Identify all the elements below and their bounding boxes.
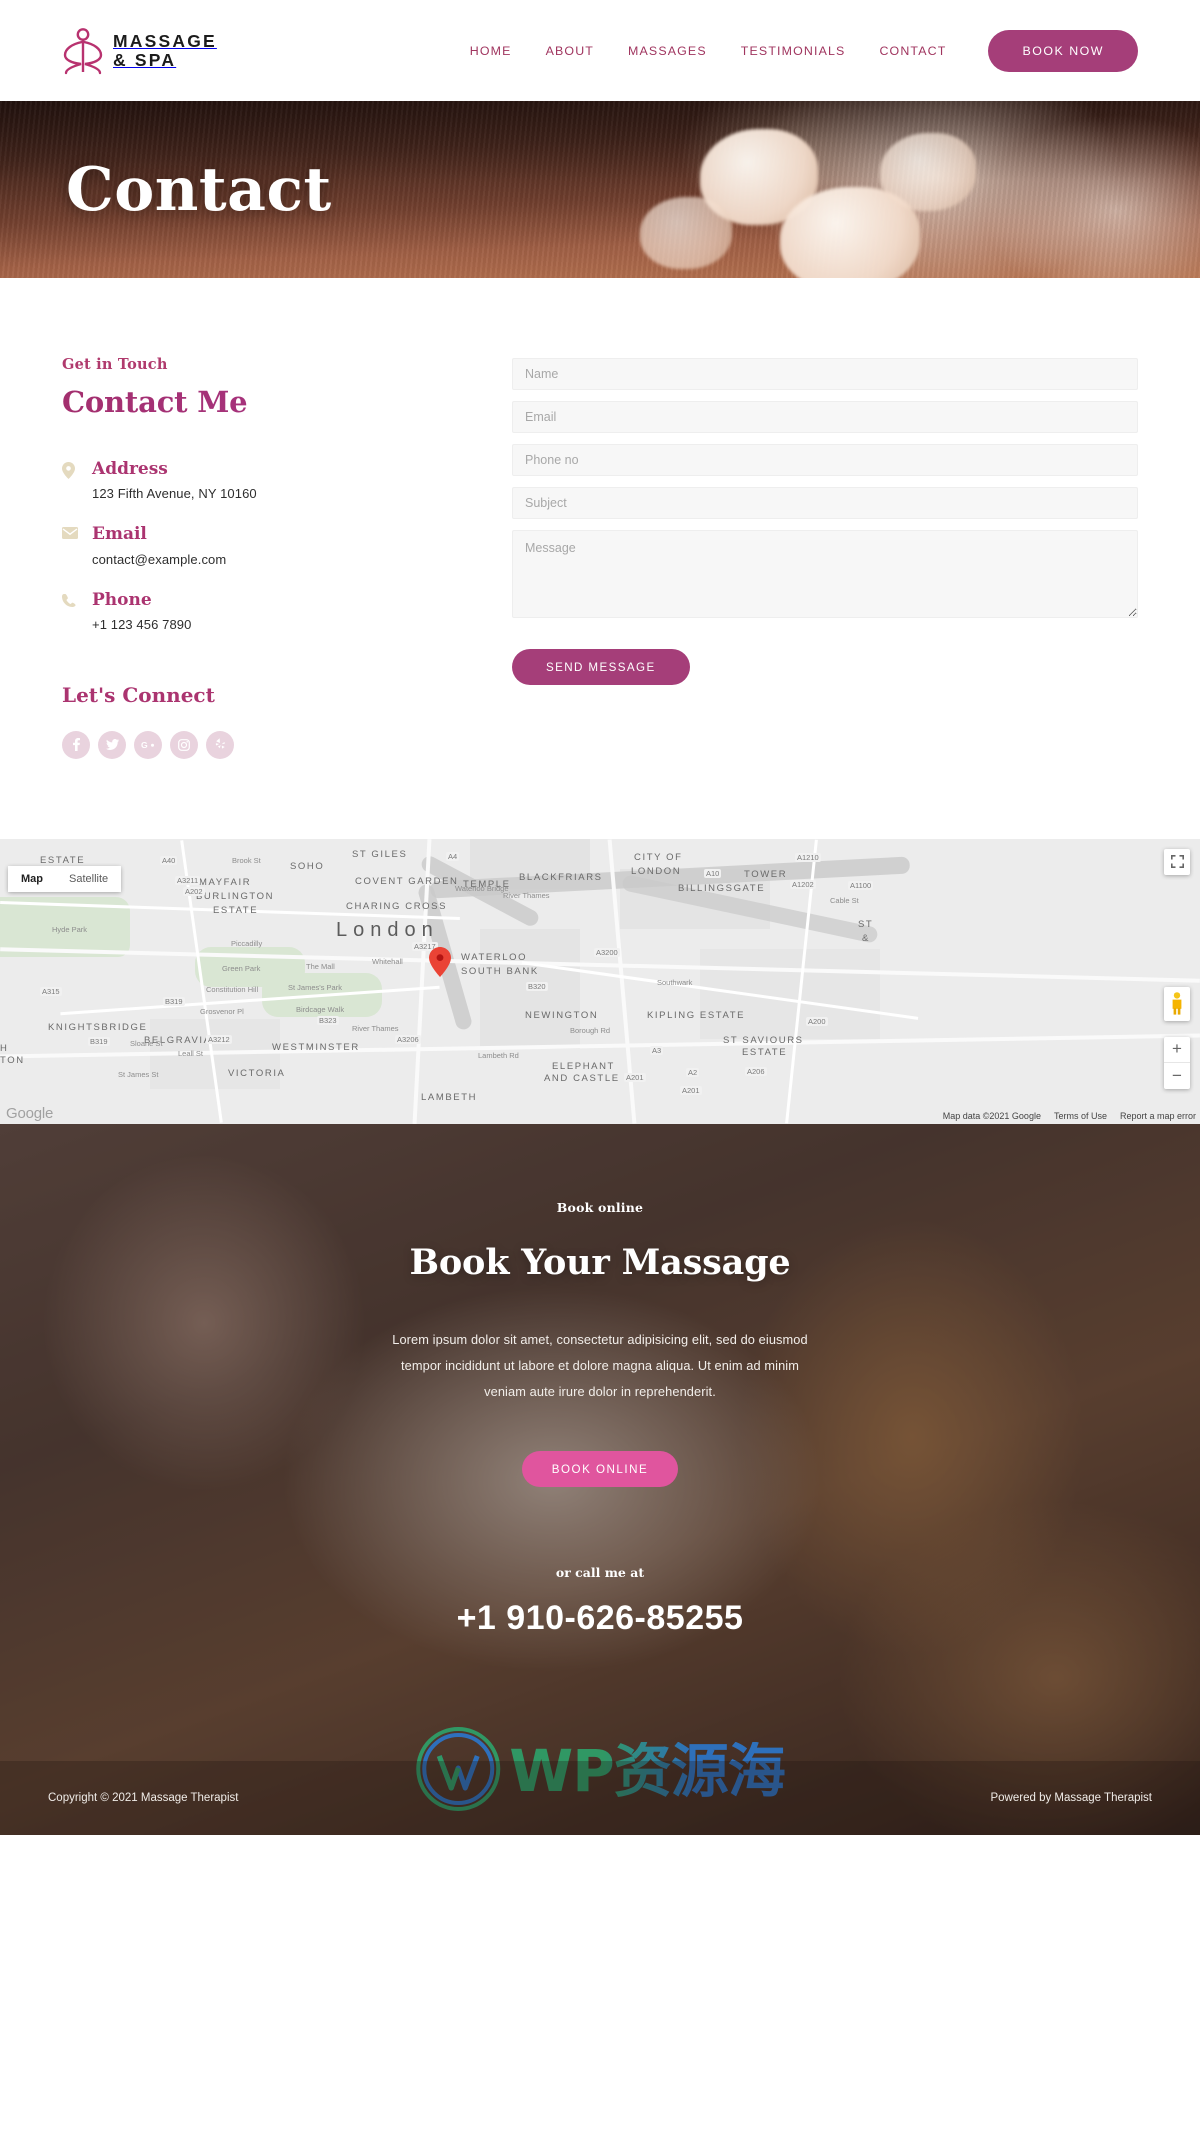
contact-info-body: Email contact@example.com bbox=[92, 524, 226, 566]
site-footer: Copyright © 2021 Massage Therapist Power… bbox=[0, 1760, 1200, 1835]
footer-copyright: Copyright © 2021 Massage Therapist bbox=[48, 1791, 239, 1804]
map-canvas[interactable]: London ESTATE SOHO ST GILES CITY OF LONDON TO… bbox=[0, 838, 1200, 1124]
call-label: or call me at bbox=[555, 1565, 645, 1581]
street-view-pegman-icon[interactable] bbox=[1164, 986, 1190, 1021]
book-now-button[interactable]: BOOK NOW bbox=[988, 29, 1138, 72]
contact-info-phone: Phone +1 123 456 7890 bbox=[62, 590, 462, 632]
map-building-block bbox=[480, 928, 580, 1049]
main-navigation: HOME ABOUT MASSAGES TESTIMONIALS CONTACT… bbox=[453, 29, 1138, 72]
subject-input[interactable] bbox=[512, 487, 1138, 519]
contact-heading: Contact Me bbox=[62, 385, 462, 419]
map-type-satellite-button[interactable]: Satellite bbox=[56, 865, 122, 892]
booking-section: Book online Book Your Massage Lorem ipsu… bbox=[0, 1123, 1200, 1835]
fullscreen-icon[interactable] bbox=[1164, 848, 1190, 875]
email-input[interactable] bbox=[512, 401, 1138, 433]
facebook-icon[interactable] bbox=[62, 730, 90, 759]
contact-value-email: contact@example.com bbox=[92, 551, 227, 567]
name-input[interactable] bbox=[512, 358, 1138, 390]
contact-value-phone: +1 123 456 7890 bbox=[92, 616, 192, 632]
logo-line-1: MASSAGE bbox=[113, 30, 217, 51]
nav-item-massages[interactable]: MASSAGES bbox=[611, 44, 724, 58]
svg-text:G: G bbox=[141, 740, 148, 750]
spa-person-logo-icon bbox=[62, 27, 104, 75]
contact-info-email: Email contact@example.com bbox=[62, 524, 462, 567]
google-plus-icon[interactable]: G bbox=[134, 730, 162, 759]
logo-line-2: & SPA bbox=[113, 49, 177, 70]
logo-wordmark: MASSAGE & SPA bbox=[113, 30, 217, 70]
contact-info-column: Get in Touch Contact Me Address 123 Fift… bbox=[62, 356, 462, 759]
location-map[interactable]: London ESTATE SOHO ST GILES CITY OF LONDON TO… bbox=[0, 838, 1200, 1124]
send-message-button[interactable]: SEND MESSAGE bbox=[512, 649, 690, 685]
contact-label-address: Address bbox=[92, 459, 168, 479]
footer-powered-by: Powered by Massage Therapist bbox=[990, 1791, 1152, 1804]
booking-heading: Book Your Massage bbox=[409, 1241, 791, 1283]
envelope-icon bbox=[62, 524, 92, 566]
map-type-map-button[interactable]: Map bbox=[8, 865, 56, 892]
contact-eyebrow: Get in Touch bbox=[62, 356, 168, 373]
map-report-link[interactable]: Report a map error bbox=[1120, 1111, 1196, 1121]
page-title: Contact bbox=[66, 154, 332, 225]
map-data-text: Map data ©2021 Google bbox=[942, 1110, 1041, 1121]
message-textarea[interactable] bbox=[512, 530, 1138, 618]
hero-flower-decoration bbox=[880, 133, 976, 211]
site-logo[interactable]: MASSAGE & SPA bbox=[62, 27, 217, 75]
hero-flower-decoration bbox=[640, 197, 732, 269]
map-building-block bbox=[700, 948, 880, 1039]
phone-icon bbox=[62, 590, 92, 632]
hero-banner: Contact bbox=[0, 101, 1200, 278]
map-type-toggle: Map Satellite bbox=[8, 865, 122, 892]
map-pin-icon bbox=[62, 459, 92, 501]
book-online-button[interactable]: BOOK ONLINE bbox=[521, 1451, 679, 1488]
map-attribution: Map data ©2021 Google Terms of Use Repor… bbox=[943, 1111, 1196, 1121]
nav-item-home[interactable]: HOME bbox=[453, 44, 529, 58]
map-terms-link[interactable]: Terms of Use bbox=[1054, 1111, 1107, 1121]
contact-form: SEND MESSAGE bbox=[462, 356, 1138, 759]
page-root: MASSAGE & SPA HOME ABOUT MASSAGES TESTIM… bbox=[0, 0, 1200, 1835]
contact-info-address: Address 123 Fifth Avenue, NY 10160 bbox=[62, 459, 462, 501]
google-logo: Google bbox=[6, 1104, 54, 1122]
map-marker[interactable] bbox=[429, 946, 451, 977]
yelp-icon[interactable] bbox=[206, 730, 234, 759]
booking-description: Lorem ipsum dolor sit amet, consectetur … bbox=[392, 1331, 808, 1400]
contact-value-address: 123 Fifth Avenue, NY 10160 bbox=[92, 486, 257, 502]
phone-input[interactable] bbox=[512, 444, 1138, 476]
nav-item-about[interactable]: ABOUT bbox=[529, 44, 611, 58]
contact-label-email: Email bbox=[92, 524, 147, 545]
twitter-icon[interactable] bbox=[98, 730, 126, 759]
booking-content: Book online Book Your Massage Lorem ipsu… bbox=[0, 1124, 1200, 1639]
booking-eyebrow: Book online bbox=[556, 1199, 644, 1215]
instagram-icon[interactable] bbox=[170, 730, 198, 759]
nav-item-testimonials[interactable]: TESTIMONIALS bbox=[724, 44, 863, 58]
map-zoom-in-button[interactable]: + bbox=[1164, 1037, 1190, 1063]
site-header: MASSAGE & SPA HOME ABOUT MASSAGES TESTIM… bbox=[0, 0, 1200, 101]
map-zoom-out-button[interactable]: − bbox=[1164, 1063, 1190, 1089]
social-links: G bbox=[62, 730, 462, 759]
contact-info-body: Phone +1 123 456 7890 bbox=[92, 590, 191, 632]
call-phone-number: +1 910-626-85255 bbox=[456, 1599, 744, 1638]
lets-connect-heading: Let's Connect bbox=[62, 682, 215, 707]
map-zoom-controls: + − bbox=[1164, 1036, 1190, 1089]
contact-info-body: Address 123 Fifth Avenue, NY 10160 bbox=[92, 459, 257, 501]
nav-item-contact[interactable]: CONTACT bbox=[862, 44, 963, 58]
contact-section: Get in Touch Contact Me Address 123 Fift… bbox=[0, 278, 1200, 759]
contact-label-phone: Phone bbox=[92, 589, 152, 610]
